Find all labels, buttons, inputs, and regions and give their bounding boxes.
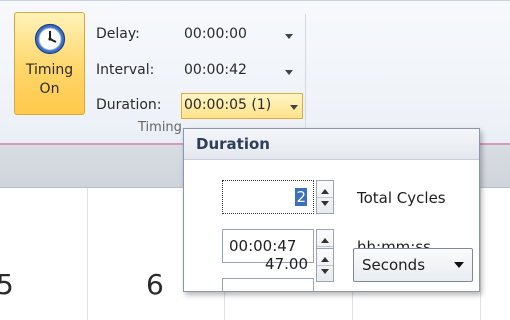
column-number: 6: [146, 268, 164, 301]
timing-group-label: Timing: [138, 120, 182, 135]
duration-value: 00:00:05 (1): [184, 97, 272, 113]
interval-dropdown-arrow[interactable]: [285, 70, 293, 75]
spinner-down-icon[interactable]: [321, 201, 329, 206]
amount-value: 47.00: [265, 255, 308, 273]
column-number: 5: [0, 268, 14, 301]
chevron-down-icon: [454, 262, 464, 268]
delay-dropdown-arrow[interactable]: [285, 34, 293, 39]
column-gridline: [480, 188, 481, 320]
unit-select[interactable]: Seconds: [353, 248, 473, 282]
clock-icon: [34, 23, 66, 55]
popup-title: Duration: [184, 129, 479, 160]
timing-on-button[interactable]: Timing On: [14, 12, 85, 115]
total-cycles-value: 2: [295, 188, 307, 206]
spinner-divider: [317, 265, 333, 266]
spinner-up-icon[interactable]: [321, 189, 329, 194]
spinner-up-icon[interactable]: [321, 257, 329, 262]
timing-on-label-line1: Timing: [25, 62, 74, 78]
total-cycles-label: Total Cycles: [357, 189, 446, 207]
spinner-up-icon[interactable]: [321, 238, 329, 243]
group-separator: [305, 14, 306, 140]
interval-label: Interval:: [96, 62, 155, 78]
duration-label: Duration:: [96, 97, 162, 113]
amount-spinner[interactable]: [316, 248, 334, 282]
unit-select-value: Seconds: [362, 256, 426, 274]
spinner-divider: [317, 246, 333, 247]
total-cycles-input[interactable]: 2: [222, 180, 314, 214]
spinner-divider: [317, 197, 333, 198]
duration-dropdown-arrow[interactable]: [290, 105, 298, 110]
interval-value: 00:00:42: [184, 62, 247, 78]
total-cycles-spinner[interactable]: [316, 180, 334, 214]
timing-on-label-line2: On: [39, 81, 60, 97]
delay-value: 00:00:00: [184, 26, 247, 42]
spinner-down-icon[interactable]: [321, 269, 329, 274]
column-gridline: [87, 188, 88, 320]
delay-label: Delay:: [96, 26, 140, 42]
